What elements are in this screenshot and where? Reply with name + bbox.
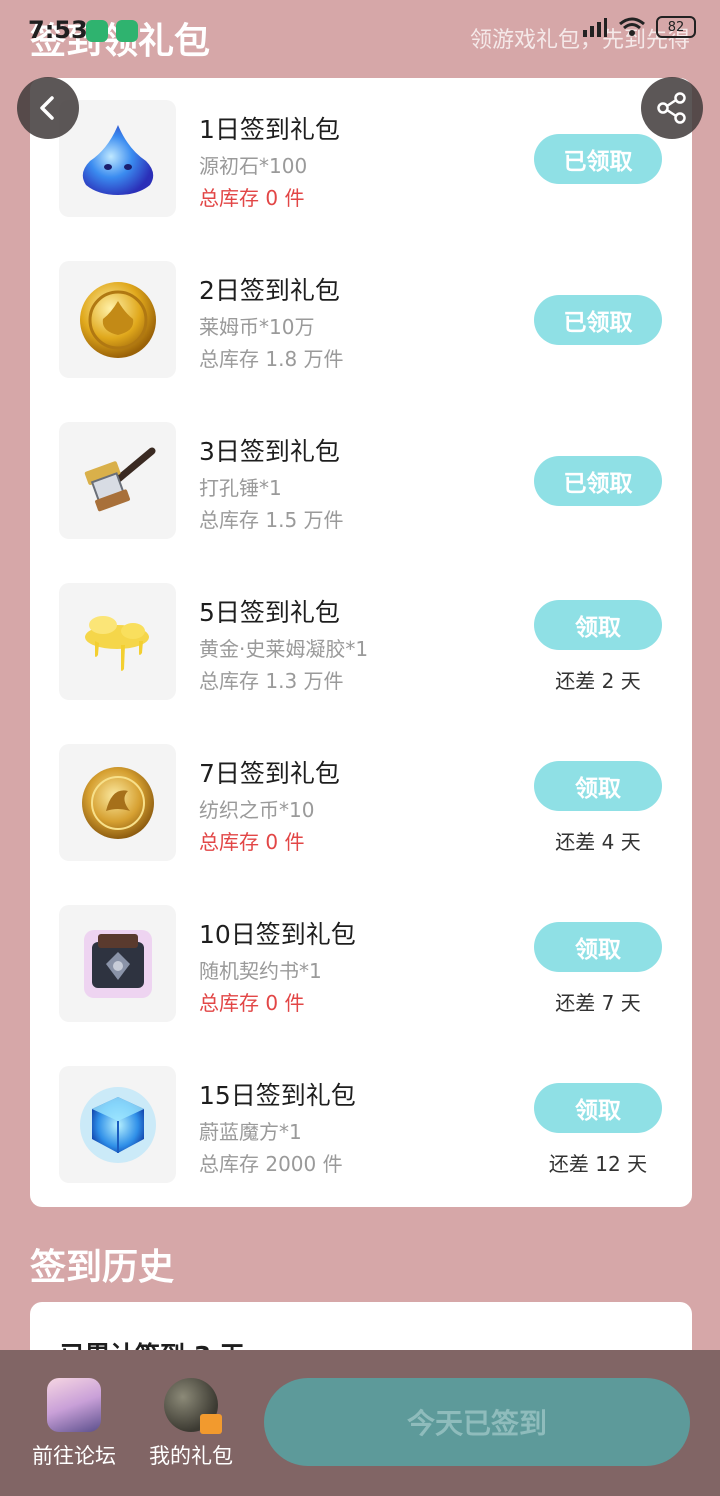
gift-stock: 总库存 0 件 <box>199 830 305 854</box>
gift-item: 纺织之币*10 <box>199 798 315 822</box>
gift-list-card: 1日签到礼包 源初石*100 总库存 0 件 已领取 2日签到礼包 莱姆币*10… <box>30 78 692 1207</box>
claim-button[interactable]: 领取 <box>534 600 662 650</box>
gift-stock: 总库存 1.8 万件 <box>199 347 344 371</box>
gift-thumb <box>59 261 176 378</box>
battery-icon: 82 <box>656 16 696 38</box>
gift-stock: 总库存 0 件 <box>199 186 305 210</box>
signal-icon <box>583 18 607 37</box>
forum-button[interactable]: 前往论坛 <box>24 1378 124 1470</box>
claimed-button[interactable]: 已领取 <box>534 295 662 345</box>
gift-thumb <box>59 583 176 700</box>
claimed-button[interactable]: 已领取 <box>534 134 662 184</box>
wifi-icon <box>619 17 645 36</box>
contract-book-icon <box>83 929 152 998</box>
gift-row-day7: 7日签到礼包 纺织之币*10 总库存 0 件 领取 还差 4 天 <box>30 744 692 864</box>
back-button[interactable] <box>17 77 79 139</box>
shield-notification-icon <box>86 20 108 42</box>
gold-coin-icon <box>79 281 156 358</box>
blue-cube-icon <box>79 1086 156 1163</box>
golden-gel-icon <box>84 615 149 671</box>
status-time: 7:53 <box>28 16 88 44</box>
claim-button[interactable]: 领取 <box>534 761 662 811</box>
gift-item: 黄金·史莱姆凝胶*1 <box>199 637 369 661</box>
gift-thumb <box>59 905 176 1022</box>
status-indicators: 82 <box>582 16 696 38</box>
game-avatar-icon <box>47 1378 101 1432</box>
gift-item: 源初石*100 <box>199 154 308 178</box>
gift-thumb <box>59 1066 176 1183</box>
gift-item: 打孔锤*1 <box>199 476 282 500</box>
my-gifts-label: 我的礼包 <box>149 1444 233 1468</box>
gift-item: 莱姆币*10万 <box>199 315 315 339</box>
gift-name: 10日签到礼包 <box>199 920 356 949</box>
forum-label: 前往论坛 <box>32 1444 116 1468</box>
gift-name: 7日签到礼包 <box>199 759 340 788</box>
my-gifts-button[interactable]: 我的礼包 <box>141 1378 241 1470</box>
gift-row-day3: 3日签到礼包 打孔锤*1 总库存 1.5 万件 已领取 <box>30 422 692 542</box>
claim-button[interactable]: 领取 <box>534 922 662 972</box>
days-left: 还差 7 天 <box>555 991 641 1015</box>
gift-name: 3日签到礼包 <box>199 437 340 466</box>
weaving-coin-icon <box>81 766 154 839</box>
gift-name: 15日签到礼包 <box>199 1081 356 1110</box>
gift-row-day2: 2日签到礼包 莱姆币*10万 总库存 1.8 万件 已领取 <box>30 261 692 381</box>
bottom-bar: 前往论坛 我的礼包 今天已签到 <box>0 1350 720 1496</box>
gift-row-day5: 5日签到礼包 黄金·史莱姆凝胶*1 总库存 1.3 万件 领取 还差 2 天 <box>30 583 692 703</box>
gift-stock: 总库存 0 件 <box>199 991 305 1015</box>
gift-name: 1日签到礼包 <box>199 115 340 144</box>
gift-thumb <box>59 422 176 539</box>
gift-item: 随机契约书*1 <box>199 959 322 983</box>
wechat-notification-icon <box>116 20 138 42</box>
gift-name: 5日签到礼包 <box>199 598 340 627</box>
share-icon <box>657 92 686 124</box>
gift-row-day15: 15日签到礼包 蔚蓝魔方*1 总库存 2000 件 领取 还差 12 天 <box>30 1066 692 1186</box>
chevron-left-icon <box>40 96 54 120</box>
claim-button[interactable]: 领取 <box>534 1083 662 1133</box>
signed-today-button[interactable]: 今天已签到 <box>264 1378 690 1466</box>
gift-name: 2日签到礼包 <box>199 276 340 305</box>
gift-stock: 总库存 2000 件 <box>199 1152 343 1176</box>
blue-slime-icon <box>82 124 153 195</box>
gift-row-day10: 10日签到礼包 随机契约书*1 总库存 0 件 领取 还差 7 天 <box>30 905 692 1025</box>
days-left: 还差 12 天 <box>548 1152 648 1176</box>
share-button[interactable] <box>641 77 703 139</box>
gift-item: 蔚蓝魔方*1 <box>199 1120 302 1144</box>
hammer-icon <box>84 447 155 511</box>
claimed-button[interactable]: 已领取 <box>534 456 662 506</box>
gift-stock: 总库存 1.3 万件 <box>199 669 344 693</box>
gift-thumb <box>59 744 176 861</box>
gift-row-day1: 1日签到礼包 源初石*100 总库存 0 件 已领取 <box>30 100 692 220</box>
days-left: 还差 4 天 <box>555 830 641 854</box>
days-left: 还差 2 天 <box>555 669 641 693</box>
gift-stock: 总库存 1.5 万件 <box>199 508 344 532</box>
gift-box-icon <box>164 1378 222 1434</box>
history-title: 签到历史 <box>30 1247 175 1288</box>
